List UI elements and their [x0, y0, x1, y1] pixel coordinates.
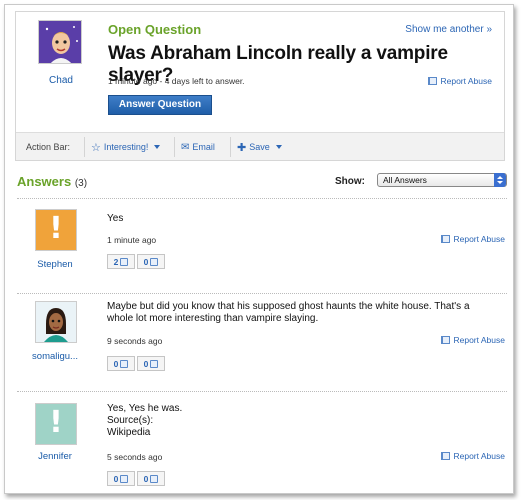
answer-item: somaligu... Maybe but did you know that … — [15, 295, 505, 391]
question-meta: 1 minute ago - 4 days left to answer. — [108, 76, 245, 86]
vote-controls: 0 0 — [107, 471, 165, 486]
answer-user[interactable]: Jennifer — [23, 451, 87, 462]
question-box: Chad Open Question Show me another » Was… — [15, 11, 505, 161]
answer-avatar[interactable]: ! — [35, 209, 77, 251]
thumbs-down-count: 0 — [143, 256, 149, 267]
answer-time: 1 minute ago — [107, 235, 157, 245]
email-button[interactable]: ✉ Email — [174, 137, 221, 157]
thumbs-up-button[interactable]: 2 — [107, 254, 135, 269]
thumbs-up-count: 2 — [113, 256, 119, 267]
show-filter-select[interactable]: All Answers — [377, 173, 507, 187]
report-abuse-label: Report Abuse — [453, 234, 505, 244]
answer-user[interactable]: Stephen — [23, 259, 87, 270]
thumbs-up-icon — [120, 474, 129, 483]
thumbs-down-button[interactable]: 0 — [137, 254, 165, 269]
email-label: Email — [192, 142, 215, 152]
thumbs-up-icon — [120, 257, 129, 266]
flag-icon — [441, 336, 451, 344]
answers-heading: Answers (3) — [17, 174, 87, 189]
page-frame: Chad Open Question Show me another » Was… — [4, 4, 514, 494]
thumbs-down-button[interactable]: 0 — [137, 356, 165, 371]
default-avatar-icon: ! — [49, 211, 63, 246]
chevron-down-icon — [275, 145, 282, 149]
report-abuse-link[interactable]: Report Abuse — [428, 76, 492, 86]
flag-icon — [441, 235, 451, 243]
divider — [17, 198, 507, 199]
thumbs-up-button[interactable]: 0 — [107, 471, 135, 486]
envelope-icon: ✉ — [181, 141, 190, 153]
default-avatar-icon: ! — [49, 405, 63, 440]
save-label: Save — [249, 142, 270, 152]
answer-item: ! Jennifer Yes, Yes he was. Source(s): W… — [15, 395, 505, 491]
answer-question-button[interactable]: Answer Question — [108, 95, 212, 115]
answer-source: Wikipedia — [107, 427, 151, 438]
interesting-label: Interesting! — [103, 142, 149, 152]
plus-icon: ✚ — [237, 141, 247, 154]
thumbs-down-count: 0 — [143, 473, 149, 484]
answer-text: Yes, Yes he was. Source(s): Wikipedia — [107, 403, 492, 439]
answer-avatar[interactable] — [35, 301, 77, 343]
thumbs-up-button[interactable]: 0 — [107, 356, 135, 371]
thumbs-down-icon — [150, 257, 159, 266]
answer-text: Yes — [107, 213, 124, 224]
asker-name[interactable]: Chad — [36, 75, 86, 86]
report-abuse-link[interactable]: Report Abuse — [441, 335, 505, 345]
vote-controls: 0 0 — [107, 356, 165, 371]
thumbs-down-button[interactable]: 0 — [137, 471, 165, 486]
answer-time: 5 seconds ago — [107, 452, 163, 462]
show-filter-value: All Answers — [383, 175, 427, 185]
answer-time: 9 seconds ago — [107, 336, 163, 346]
select-arrows-icon — [494, 173, 506, 187]
flag-icon — [441, 452, 451, 460]
answer-text-line: Yes, Yes he was. — [107, 403, 183, 414]
thumbs-down-icon — [150, 474, 159, 483]
report-abuse-label: Report Abuse — [453, 335, 505, 345]
answer-user[interactable]: somaligu... — [23, 351, 87, 362]
show-filter-label: Show: — [335, 176, 365, 187]
question-status: Open Question — [108, 22, 202, 37]
thumbs-down-icon — [150, 359, 159, 368]
report-abuse-label: Report Abuse — [440, 76, 492, 86]
answers-title: Answers — [17, 174, 72, 189]
asker-avatar[interactable] — [38, 20, 82, 64]
divider — [17, 391, 507, 392]
thumbs-down-count: 0 — [143, 358, 149, 369]
thumbs-up-icon — [120, 359, 129, 368]
report-abuse-link[interactable]: Report Abuse — [441, 234, 505, 244]
action-bar: Action Bar: ☆ Interesting! ✉ Email ✚ Sav… — [16, 132, 504, 160]
answers-count: (3) — [74, 178, 88, 189]
divider — [17, 293, 507, 294]
action-bar-label: Action Bar: — [26, 142, 71, 152]
thumbs-up-count: 0 — [113, 473, 119, 484]
answer-avatar[interactable]: ! — [35, 403, 77, 445]
star-icon: ☆ — [91, 141, 101, 154]
report-abuse-label: Report Abuse — [453, 451, 505, 461]
report-abuse-link[interactable]: Report Abuse — [441, 451, 505, 461]
interesting-button[interactable]: ☆ Interesting! — [84, 137, 166, 157]
flag-icon — [428, 77, 438, 85]
vote-controls: 2 0 — [107, 254, 165, 269]
answer-text: Maybe but did you know that his supposed… — [107, 301, 470, 324]
show-another-link[interactable]: Show me another » — [405, 24, 492, 35]
save-button[interactable]: ✚ Save — [230, 137, 288, 157]
thumbs-up-count: 0 — [113, 358, 119, 369]
answer-item: ! Stephen Yes 1 minute ago Report Abuse … — [15, 203, 505, 293]
answer-text-line: Source(s): — [107, 415, 154, 426]
chevron-down-icon — [154, 145, 161, 149]
